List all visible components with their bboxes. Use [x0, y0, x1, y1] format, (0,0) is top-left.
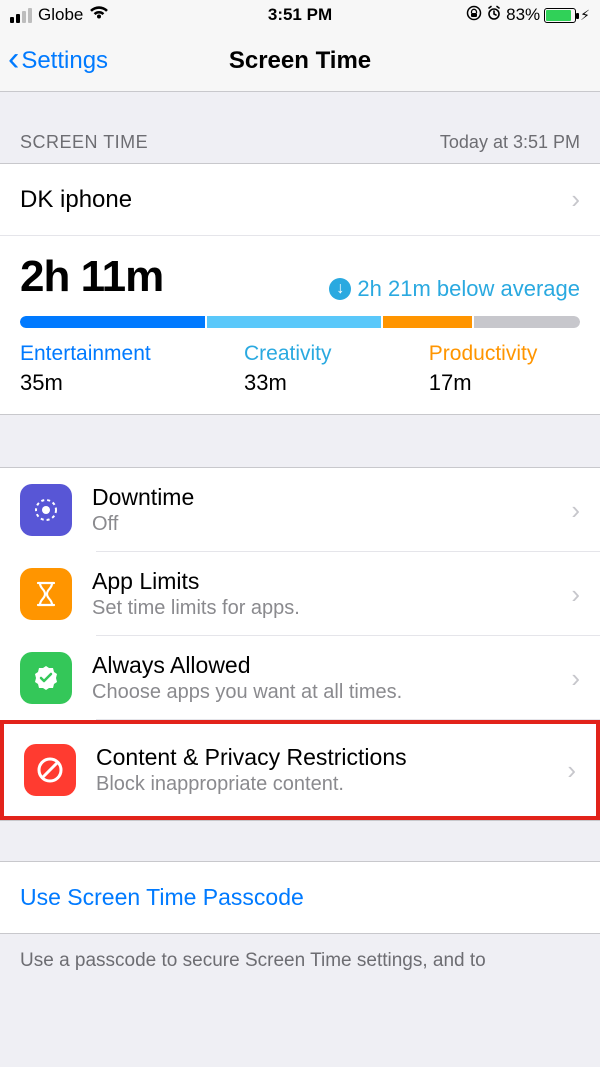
app-limits-subtitle: Set time limits for apps.: [92, 597, 551, 620]
chevron-right-icon: ›: [571, 495, 580, 526]
signal-icon: [10, 8, 32, 23]
row-downtime[interactable]: Downtime Off ›: [0, 468, 600, 552]
cat-value-productivity: 17m: [429, 370, 580, 396]
down-arrow-icon: ↓: [329, 278, 351, 300]
content-restrictions-title: Content & Privacy Restrictions: [96, 744, 547, 771]
always-allowed-subtitle: Choose apps you want at all times.: [92, 681, 551, 704]
carrier-label: Globe: [38, 5, 83, 25]
no-entry-icon: [24, 744, 76, 796]
device-name: DK iphone: [20, 186, 132, 214]
usage-bar-chart: [20, 316, 580, 328]
nav-bar: ‹ Settings Screen Time: [0, 30, 600, 92]
cat-value-creativity: 33m: [244, 370, 429, 396]
cat-label-entertainment: Entertainment: [20, 342, 244, 366]
chevron-right-icon: ›: [571, 579, 580, 610]
row-always-allowed[interactable]: Always Allowed Choose apps you want at a…: [0, 636, 600, 720]
wifi-icon: [89, 5, 109, 25]
content-restrictions-subtitle: Block inappropriate content.: [96, 773, 547, 796]
section-header-right: Today at 3:51 PM: [440, 132, 580, 153]
status-time: 3:51 PM: [203, 5, 396, 25]
chevron-right-icon: ›: [571, 663, 580, 694]
row-app-limits[interactable]: App Limits Set time limits for apps. ›: [0, 552, 600, 636]
bar-seg-creativity: [207, 316, 381, 328]
usage-delta-text: 2h 21m below average: [357, 276, 580, 302]
footer-note: Use a passcode to secure Screen Time set…: [0, 934, 600, 974]
cat-label-productivity: Productivity: [429, 342, 580, 366]
battery-percent: 83%: [506, 5, 540, 25]
battery-icon: [544, 8, 576, 23]
bar-seg-productivity: [383, 316, 473, 328]
cat-label-creativity: Creativity: [244, 342, 429, 366]
downtime-title: Downtime: [92, 484, 551, 511]
back-button[interactable]: ‹ Settings: [8, 46, 108, 76]
downtime-icon: [20, 484, 72, 536]
alarm-icon: [486, 5, 502, 26]
status-bar: Globe 3:51 PM 83% ⚡︎: [0, 0, 600, 30]
usage-total: 2h 11m: [20, 252, 163, 302]
passcode-group: Use Screen Time Passcode: [0, 861, 600, 934]
chevron-right-icon: ›: [571, 184, 580, 215]
usage-delta: ↓ 2h 21m below average: [329, 276, 580, 302]
features-group: Downtime Off › App Limits Set time limit…: [0, 467, 600, 821]
chevron-left-icon: ‹: [8, 42, 19, 76]
chevron-right-icon: ›: [567, 755, 576, 786]
charging-icon: ⚡︎: [580, 7, 590, 24]
usage-group: DK iphone › 2h 11m ↓ 2h 21m below averag…: [0, 163, 600, 415]
highlight-content-restrictions: Content & Privacy Restrictions Block ina…: [0, 720, 600, 820]
downtime-subtitle: Off: [92, 513, 551, 536]
back-label: Settings: [21, 47, 108, 75]
usage-detail[interactable]: 2h 11m ↓ 2h 21m below average Entertainm…: [0, 236, 600, 414]
hourglass-icon: [20, 568, 72, 620]
always-allowed-title: Always Allowed: [92, 652, 551, 679]
app-limits-title: App Limits: [92, 568, 551, 595]
cat-value-entertainment: 35m: [20, 370, 244, 396]
device-row[interactable]: DK iphone ›: [0, 164, 600, 236]
section-header: SCREEN TIME Today at 3:51 PM: [0, 92, 600, 163]
row-content-restrictions[interactable]: Content & Privacy Restrictions Block ina…: [4, 724, 596, 816]
bar-seg-entertainment: [20, 316, 205, 328]
use-passcode-button[interactable]: Use Screen Time Passcode: [0, 862, 600, 933]
bar-seg-remaining: [474, 316, 580, 328]
orientation-lock-icon: [466, 5, 482, 26]
check-badge-icon: [20, 652, 72, 704]
section-header-left: SCREEN TIME: [20, 132, 148, 153]
